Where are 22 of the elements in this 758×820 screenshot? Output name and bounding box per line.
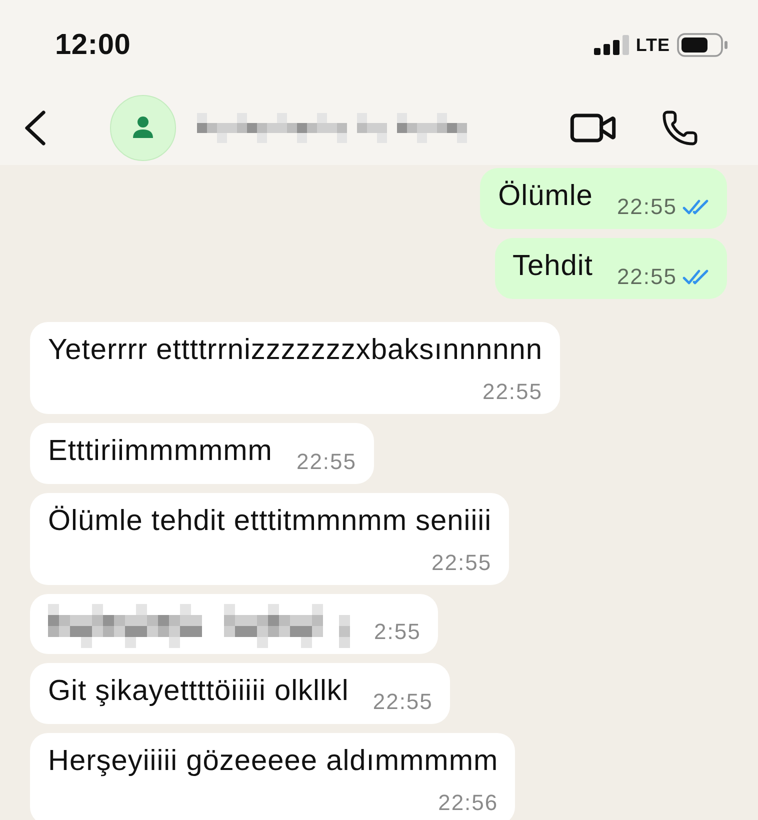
message-time: 22:55 — [432, 551, 492, 575]
message-text: Etttiriimmmmmm — [48, 434, 272, 469]
chevron-left-icon — [23, 110, 47, 146]
message-text: Ölümle — [498, 179, 593, 214]
phone-icon — [661, 108, 699, 146]
network-label: LTE — [636, 34, 670, 56]
message-time: 22:55 — [296, 450, 357, 474]
signal-strength-icon — [594, 35, 629, 55]
message-time: 22:55 — [372, 690, 433, 714]
message-time: 22:55 — [482, 380, 543, 404]
person-icon — [132, 116, 154, 140]
message-time: 22:55 — [616, 265, 677, 289]
message-text: Git şikayettttöiiiii olkllkl — [48, 674, 349, 709]
battery-icon — [677, 33, 728, 57]
message-time: 22:55 — [616, 195, 677, 219]
message-text: Yeterrrr ettttrrnizzzzzzzxbaksınnnnnn — [48, 333, 543, 368]
message-time: 2:55 — [374, 620, 421, 644]
message-text: Ölümle tehdit etttitmmnmm seniiii — [48, 504, 492, 539]
status-time: 12:00 — [55, 28, 131, 62]
message-text: Tehdit — [512, 249, 593, 284]
message-text: Herşeyiiiii gözeeeee aldımmmmm — [48, 744, 498, 779]
message-time: 22:56 — [438, 791, 498, 815]
